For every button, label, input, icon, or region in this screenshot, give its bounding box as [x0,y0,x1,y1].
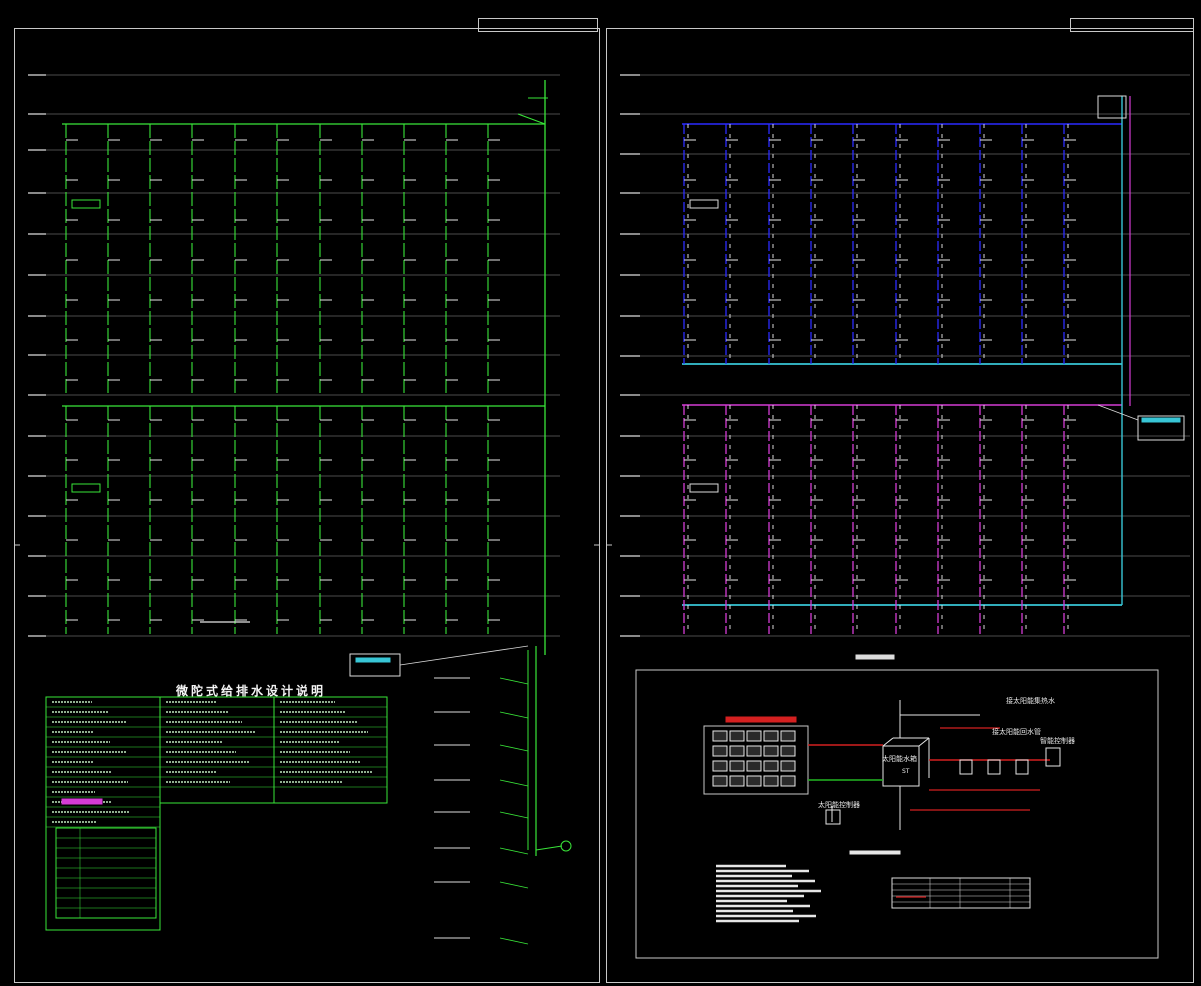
solar-panel-3-4 [780,775,796,787]
solar-panel-1-4 [780,745,796,757]
left-callout-fill [355,657,391,663]
right-callout-fill [1141,417,1181,423]
tank-label: 太阳能水箱 [882,755,917,763]
right-callout-leader [1097,404,1139,421]
solar-panel-3-0 [712,775,728,787]
right-annot-box-1 [689,199,719,209]
solar-panel-3-1 [729,775,745,787]
left-annot-box-2 [71,483,101,493]
solar-caption-bar [849,850,901,855]
left-detail-branch-7 [499,937,529,945]
left-detail-branch-5 [499,847,529,855]
solar-panel-0-3 [763,730,779,742]
solar-panel-2-3 [763,760,779,772]
left-detail-branch-6 [499,881,529,889]
solar-note-2: 接太阳能回水管 [992,728,1041,736]
cad-drawing-canvas [14,74,1190,959]
solar-pump-2 [1015,759,1029,775]
notes-highlight [61,798,103,805]
solar-panel-1-0 [712,745,728,757]
left-detail-valve-pipe [535,845,563,851]
solar-control-box [1045,747,1061,767]
tank-sub-label: ST [902,768,910,775]
notes-col-1 [45,696,161,931]
left-annot-box-1 [71,199,101,209]
left-callout-box [349,653,401,677]
solar-panel-0-1 [729,730,745,742]
left-detail-branch-3 [499,779,529,787]
solar-collector-title-bar [725,716,797,723]
solar-panel-1-1 [729,745,745,757]
solar-panel-2-2 [746,760,762,772]
solar-controller-label: 太阳能控制器 [818,801,860,809]
right-annot-box-2 [689,483,719,493]
solar-legend-table [891,877,1031,909]
left-detail-branch-4 [499,811,529,819]
solar-note-1: 接太阳能集热水 [1006,697,1055,705]
solar-panel-3-3 [763,775,779,787]
solar-panel-0-0 [712,730,728,742]
solar-controller-box [825,809,841,825]
solar-tank-top-l [882,737,894,747]
left-detail-branch-2 [499,744,529,752]
solar-pump-1 [987,759,1001,775]
solar-panel-2-0 [712,760,728,772]
solar-pump-0 [959,759,973,775]
left-detail-valve [560,840,572,852]
solar-diagram-frame [635,669,1159,959]
solar-tank [882,745,920,787]
solar-tank-top-r [918,737,930,747]
control-label: 智能控制器 [1040,737,1075,745]
solar-panel-3-2 [746,775,762,787]
solar-panel-2-4 [780,760,796,772]
right-riser-caption [855,654,895,660]
solar-panel-2-1 [729,760,745,772]
left-callout-leader [399,645,529,666]
left-detail-branch-1 [499,711,529,719]
notes-sub-table [55,827,157,919]
solar-panel-0-2 [746,730,762,742]
solar-panel-1-2 [746,745,762,757]
solar-panel-0-4 [780,730,796,742]
left-riser-elbow [517,113,546,125]
solar-panel-1-3 [763,745,779,757]
design-notes-title: 微陀式给排水设计说明 [176,684,327,698]
left-detail-branch-0 [499,677,529,685]
cad-viewport: 微陀式给排水设计说明 太阳能水箱 ST 接太阳能集热水 接太阳能回水管 智能控制… [0,0,1201,986]
